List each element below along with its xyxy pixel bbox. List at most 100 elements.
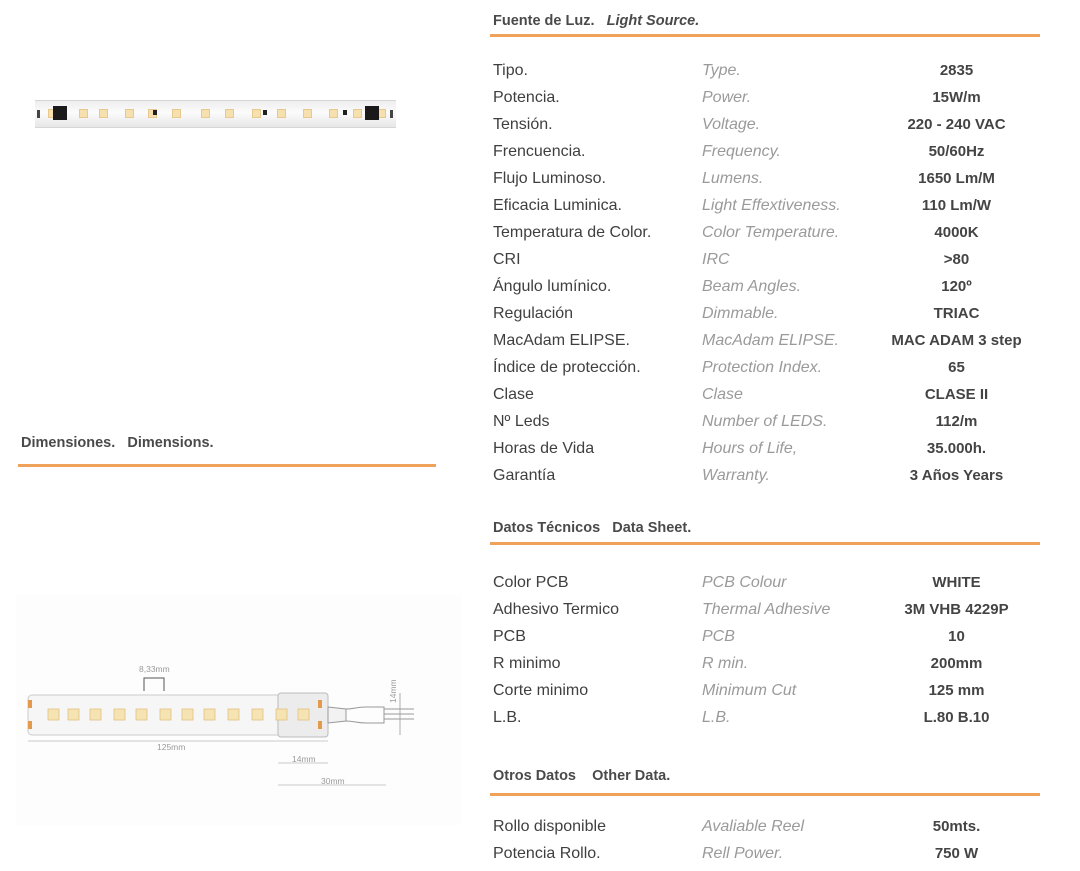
light-source-divider xyxy=(490,34,1040,37)
drawing-led xyxy=(203,708,216,721)
spec-label-en: Voltage. xyxy=(702,116,761,133)
strip-led xyxy=(252,109,261,118)
strip-led xyxy=(172,109,181,118)
spec-value: CLASE II xyxy=(924,386,989,403)
spec-value: 10 xyxy=(948,628,965,645)
spec-label-es: Regulación xyxy=(493,305,574,322)
spec-label-en: L.B. xyxy=(702,709,731,726)
spec-value: 4000K xyxy=(934,224,979,241)
spec-value: MAC ADAM 3 step xyxy=(891,332,1022,349)
spec-label-es: Adhesivo Termico xyxy=(493,601,619,618)
spec-label-en: R min. xyxy=(702,655,749,672)
end-marker xyxy=(318,721,322,729)
strip-led xyxy=(303,109,312,118)
drawing-led xyxy=(297,708,310,721)
spec-value: L.80 B.10 xyxy=(923,709,990,726)
spec-label-es: Rollo disponible xyxy=(493,818,606,835)
tail-connector xyxy=(327,706,347,724)
spec-label-en: Type. xyxy=(702,62,741,79)
spec-label-en: Beam Angles. xyxy=(702,278,802,295)
strip-solder-pad xyxy=(37,110,40,118)
spec-label-es: Tensión. xyxy=(493,116,553,133)
spec-label-en: IRC xyxy=(702,251,730,268)
dimensions-divider xyxy=(18,464,436,467)
spec-value: 1650 Lm/M xyxy=(918,170,995,187)
spec-label-es: Potencia. xyxy=(493,89,560,106)
drawing-led xyxy=(89,708,102,721)
spec-label-en: PCB Colour xyxy=(702,574,787,591)
spec-label-es: Garantía xyxy=(493,467,556,484)
spec-label-es: Potencia Rollo. xyxy=(493,845,601,862)
spec-label-es: PCB xyxy=(493,628,526,645)
spec-label-es: Flujo Luminoso. xyxy=(493,170,606,187)
spec-label-en: Light Effextiveness. xyxy=(702,197,841,214)
tail-cable xyxy=(345,706,385,724)
strip-led xyxy=(277,109,286,118)
spec-value: 200mm xyxy=(930,655,983,672)
other-data-divider xyxy=(490,793,1040,796)
end-marker xyxy=(28,700,32,708)
drawing-led xyxy=(275,708,288,721)
light-source-title-es: Fuente de Luz. xyxy=(493,13,595,29)
strip-led xyxy=(225,109,234,118)
strip-resistor xyxy=(263,110,267,115)
spec-value: 110 Lm/W xyxy=(921,197,992,214)
spec-value: >80 xyxy=(943,251,970,268)
spec-label-es: Color PCB xyxy=(493,574,569,591)
spec-label-es: Clase xyxy=(493,386,534,403)
height-label: 14mm xyxy=(388,679,398,703)
spec-label-es: Tipo. xyxy=(493,62,528,79)
spec-label-en: PCB xyxy=(702,628,735,645)
end-marker xyxy=(318,700,322,708)
strip-resistor xyxy=(343,110,347,115)
spec-label-en: Color Temperature. xyxy=(702,224,840,241)
other-data-heading: Otros Datos Other Data. xyxy=(493,768,671,784)
spec-label-en: MacAdam ELIPSE. xyxy=(702,332,839,349)
spec-label-en: Minimum Cut xyxy=(702,682,797,699)
spec-value: TRIAC xyxy=(933,305,980,322)
spec-value: 50mts. xyxy=(932,818,981,835)
strip-led xyxy=(125,109,134,118)
dimension-drawing-svg xyxy=(27,677,414,786)
spec-label-es: Nº Leds xyxy=(493,413,550,430)
spec-label-es: MacAdam ELIPSE. xyxy=(493,332,630,349)
led-strip-image xyxy=(35,100,396,128)
spec-label-es: Temperatura de Color. xyxy=(493,224,652,241)
data-sheet-divider xyxy=(490,542,1040,545)
spec-label-en: Lumens. xyxy=(702,170,764,187)
spec-label-es: R minimo xyxy=(493,655,561,672)
spec-label-en: Thermal Adhesive xyxy=(702,601,831,618)
drawing-led xyxy=(181,708,194,721)
spec-value: 120º xyxy=(941,278,972,295)
spec-value: 2835 xyxy=(939,62,974,79)
strip-resistor xyxy=(153,110,157,115)
tail-wires xyxy=(384,708,414,720)
spec-value: 15W/m xyxy=(932,89,981,106)
drawing-led xyxy=(159,708,172,721)
spec-value: 112/m xyxy=(935,413,978,430)
spec-label-es: Frencuencia. xyxy=(493,143,586,160)
pitch-bracket xyxy=(143,677,165,691)
spec-label-en: Clase xyxy=(702,386,743,403)
spec-label-es: Ángulo lumínico. xyxy=(493,278,612,295)
spec-label-en: Dimmable. xyxy=(702,305,779,322)
spec-value: 125 mm xyxy=(928,682,985,699)
spec-value: 220 - 240 VAC xyxy=(907,116,1006,133)
spec-value: 50/60Hz xyxy=(928,143,985,160)
drawing-led xyxy=(113,708,126,721)
strip-solder-pad xyxy=(390,110,393,118)
spec-value: 65 xyxy=(948,359,965,376)
spec-label-es: Horas de Vida xyxy=(493,440,595,457)
strip-led xyxy=(201,109,210,118)
dimensions-heading: Dimensiones. Dimensions. xyxy=(21,435,214,451)
spec-value: 750 W xyxy=(934,845,979,862)
spec-label-es: L.B. xyxy=(493,709,522,726)
strip-driver-chip xyxy=(53,106,67,120)
strip-led xyxy=(79,109,88,118)
strip-led xyxy=(353,109,362,118)
spec-label-es: Índice de protección. xyxy=(493,359,641,376)
light-source-title-en: Light Source. xyxy=(606,13,700,29)
pitch-label: 8,33mm xyxy=(139,664,170,674)
dimension-drawing: 8,33mm 125mm 14mm 30mm 14mm xyxy=(16,595,461,825)
spec-label-en: Frequency. xyxy=(702,143,781,160)
